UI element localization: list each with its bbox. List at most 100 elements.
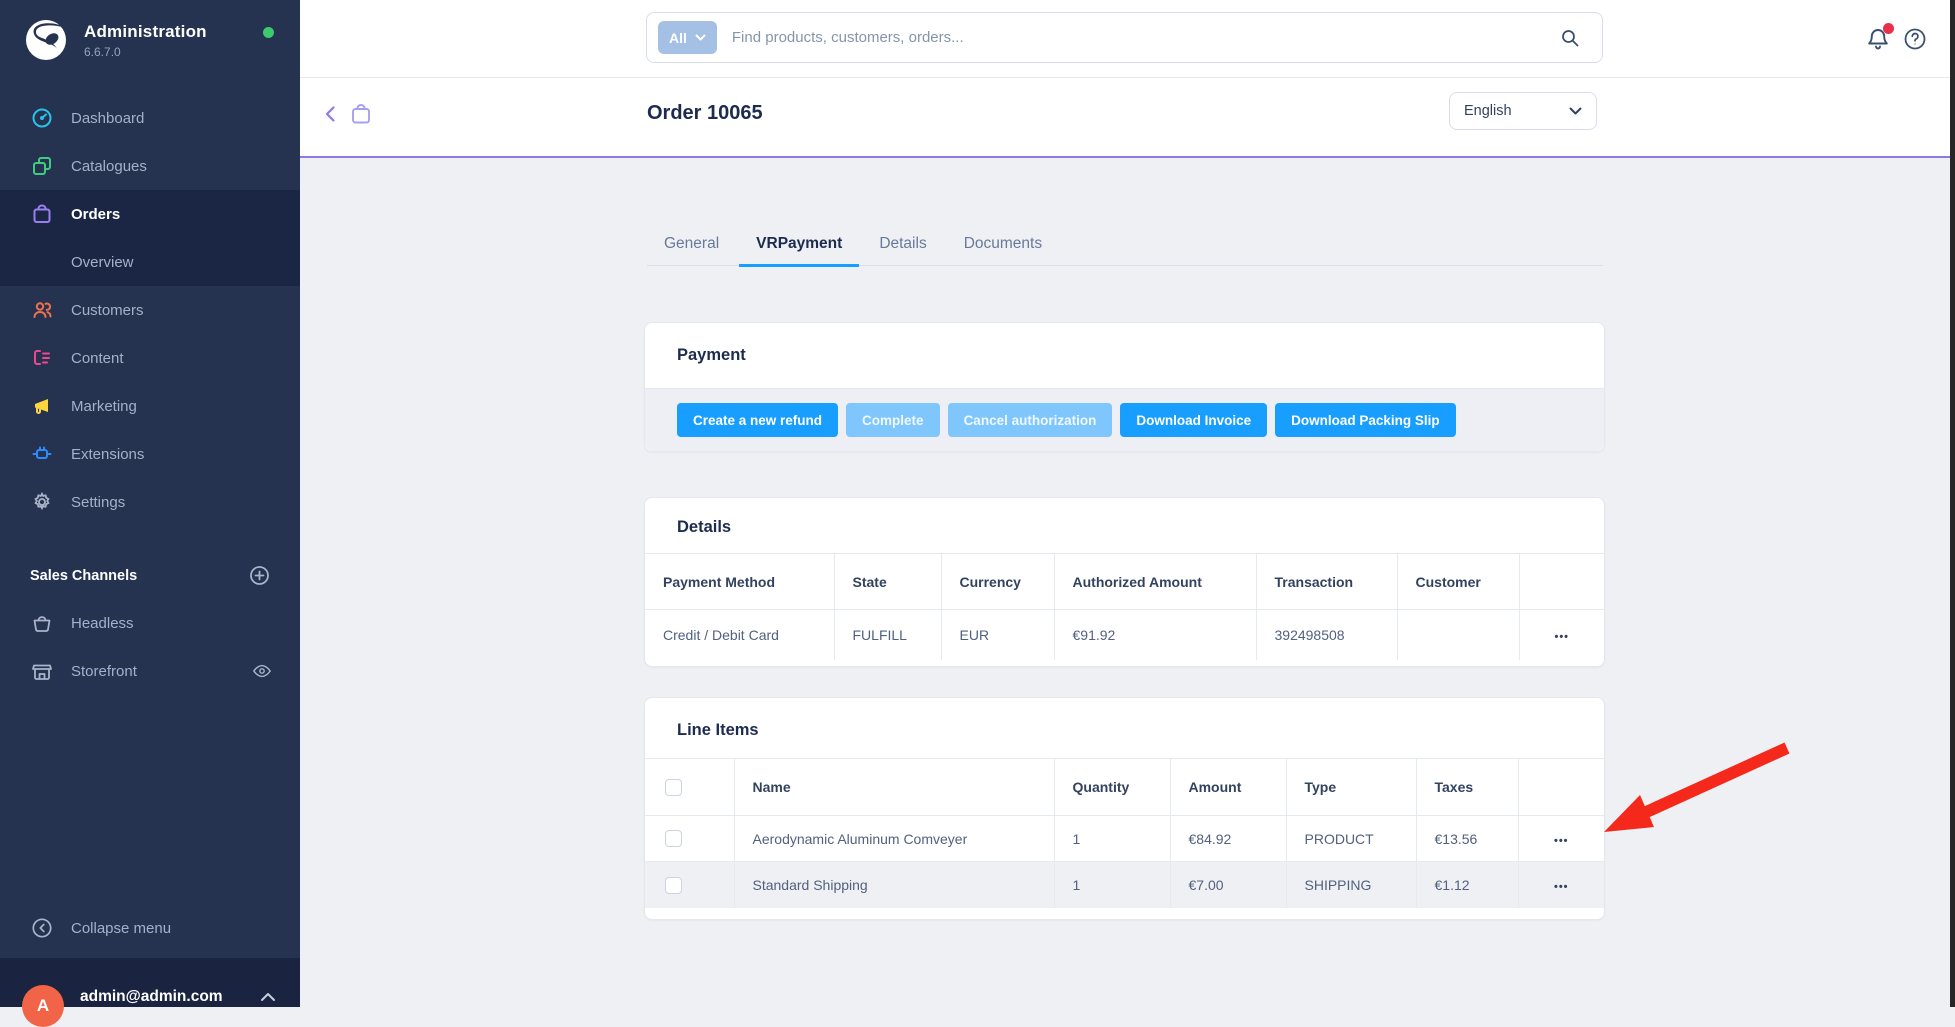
col-payment-method: Payment Method — [645, 554, 834, 610]
create-refund-button[interactable]: Create a new refund — [677, 403, 838, 437]
app-title: Administration — [84, 22, 207, 42]
col-authorized-amount: Authorized Amount — [1054, 554, 1256, 610]
context-menu-button[interactable]: ••• — [1554, 632, 1569, 643]
storefront-channel-icon — [31, 660, 53, 682]
extensions-icon — [31, 443, 53, 465]
question-circle-icon — [1903, 27, 1927, 51]
download-packing-slip-button[interactable]: Download Packing Slip — [1275, 403, 1456, 437]
col-type: Type — [1286, 759, 1416, 816]
sidebar-item-settings[interactable]: Settings — [0, 478, 300, 526]
col-name: Name — [734, 759, 1054, 816]
collapse-chevron-icon — [31, 917, 53, 939]
chevron-down-icon — [695, 34, 706, 41]
context-menu-button[interactable]: ••• — [1554, 882, 1569, 893]
sidebar-item-marketing[interactable]: Marketing — [0, 382, 300, 430]
cell-taxes: €1.12 — [1416, 862, 1518, 908]
headless-channel-icon — [31, 612, 53, 634]
line-items-table: Name Quantity Amount Type Taxes Aerodyna… — [645, 758, 1604, 908]
col-quantity: Quantity — [1054, 759, 1170, 816]
line-items-card: Line Items Name Quantity Amount Type Tax… — [644, 697, 1605, 920]
collapse-menu-button[interactable]: Collapse menu — [0, 904, 300, 952]
cell-name: Standard Shipping — [734, 862, 1054, 908]
sidebar-item-headless[interactable]: Headless — [0, 599, 300, 647]
search-icon[interactable] — [1560, 28, 1580, 48]
notifications-button[interactable] — [1865, 26, 1893, 54]
status-dot — [263, 27, 274, 38]
main-content: General VRPayment Details Documents Paym… — [300, 158, 1950, 1007]
sidebar-item-catalogues[interactable]: Catalogues — [0, 142, 300, 190]
page-title: Order 10065 — [647, 102, 763, 125]
sales-channels-header: Sales Channels — [30, 565, 270, 586]
sidebar-item-dashboard[interactable]: Dashboard — [0, 94, 300, 142]
col-currency: Currency — [941, 554, 1054, 610]
topbar: All — [300, 0, 1950, 78]
visibility-eye-icon[interactable] — [252, 661, 272, 681]
details-card: Details Payment Method State Currency Au… — [644, 497, 1605, 667]
add-sales-channel-icon[interactable] — [249, 565, 270, 586]
col-state: State — [834, 554, 941, 610]
table-row: Aerodynamic Aluminum Comveyer 1 €84.92 P… — [645, 816, 1604, 862]
sidebar-item-orders[interactable]: Orders — [0, 190, 300, 238]
search-input[interactable] — [732, 29, 1560, 46]
tab-vrpayment[interactable]: VRPayment — [739, 224, 859, 267]
chevron-up-icon — [260, 992, 276, 1002]
download-invoice-button[interactable]: Download Invoice — [1120, 403, 1267, 437]
context-menu-button[interactable]: ••• — [1554, 836, 1569, 847]
col-amount: Amount — [1170, 759, 1286, 816]
sidebar-item-content[interactable]: Content — [0, 334, 300, 382]
row-checkbox[interactable] — [665, 877, 682, 894]
tab-details[interactable]: Details — [862, 224, 943, 267]
sidebar-item-customers[interactable]: Customers — [0, 286, 300, 334]
cell-type: PRODUCT — [1286, 816, 1416, 862]
dashboard-icon — [31, 107, 53, 129]
chevron-down-icon — [1569, 107, 1582, 115]
cell-transaction: 392498508 — [1256, 610, 1397, 660]
cell-customer — [1397, 610, 1519, 660]
cell-taxes: €13.56 — [1416, 816, 1518, 862]
language-select[interactable]: English — [1449, 92, 1597, 130]
cell-amount: €84.92 — [1170, 816, 1286, 862]
table-row: Credit / Debit Card FULFILL EUR €91.92 3… — [645, 610, 1604, 660]
select-all-checkbox[interactable] — [665, 779, 682, 796]
help-button[interactable] — [1903, 27, 1927, 51]
search-filter-dropdown[interactable]: All — [658, 21, 717, 54]
line-items-card-title: Line Items — [677, 721, 759, 739]
tab-documents[interactable]: Documents — [947, 224, 1059, 267]
sidebar-item-extensions[interactable]: Extensions — [0, 430, 300, 478]
cancel-authorization-button[interactable]: Cancel authorization — [948, 403, 1113, 437]
catalogues-icon — [31, 155, 53, 177]
col-customer: Customer — [1397, 554, 1519, 610]
tab-general[interactable]: General — [647, 224, 736, 267]
complete-button[interactable]: Complete — [846, 403, 940, 437]
user-menu[interactable]: A admin@admin.com — [0, 958, 300, 1007]
table-row: Standard Shipping 1 €7.00 SHIPPING €1.12… — [645, 862, 1604, 908]
sidebar: Administration 6.6.7.0 Dashboard Catalog… — [0, 0, 300, 1007]
col-taxes: Taxes — [1416, 759, 1518, 816]
cell-amount: €7.00 — [1170, 862, 1286, 908]
order-bag-icon — [349, 102, 373, 126]
user-email: admin@admin.com — [80, 988, 260, 1006]
shopware-logo-icon — [24, 18, 68, 62]
content-icon — [31, 347, 53, 369]
cell-state: FULFILL — [834, 610, 941, 660]
cell-payment-method: Credit / Debit Card — [645, 610, 834, 660]
sidebar-item-orders-overview[interactable]: Overview — [0, 238, 300, 286]
vertical-scrollbar[interactable] — [1950, 0, 1955, 1007]
row-checkbox[interactable] — [665, 830, 682, 847]
payment-details-table: Payment Method State Currency Authorized… — [645, 553, 1604, 660]
app-version: 6.6.7.0 — [84, 45, 207, 59]
notification-badge — [1883, 23, 1894, 34]
chevron-left-icon — [320, 103, 342, 125]
back-button[interactable] — [320, 103, 342, 125]
cell-name: Aerodynamic Aluminum Comveyer — [734, 816, 1054, 862]
global-search: All — [646, 12, 1603, 63]
order-tabs: General VRPayment Details Documents — [647, 224, 1603, 266]
cell-currency: EUR — [941, 610, 1054, 660]
customers-icon — [31, 299, 53, 321]
orders-icon — [31, 203, 53, 225]
payment-card-title: Payment — [677, 346, 746, 364]
cell-authorized-amount: €91.92 — [1054, 610, 1256, 660]
sidebar-item-storefront[interactable]: Storefront — [0, 647, 300, 695]
cell-quantity: 1 — [1054, 816, 1170, 862]
payment-card: Payment Create a new refund Complete Can… — [644, 322, 1605, 452]
